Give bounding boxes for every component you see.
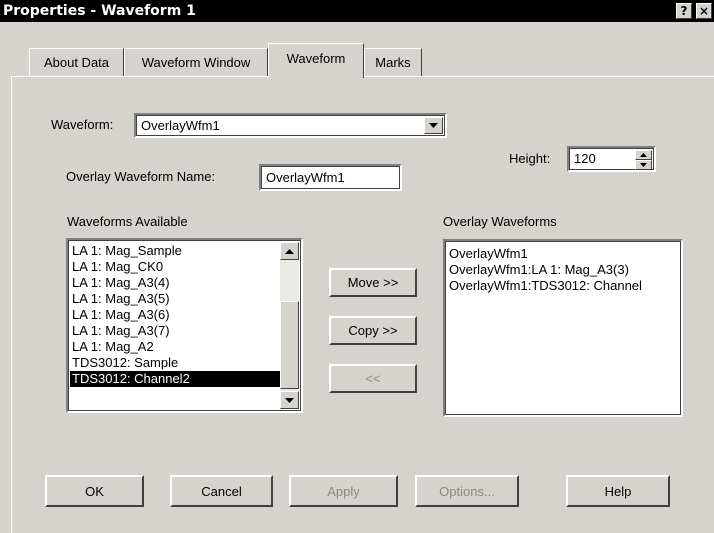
vertical-scrollbar[interactable] (280, 242, 299, 409)
list-item[interactable]: OverlayWfm1:TDS3012: Channel (449, 278, 642, 294)
list-item[interactable]: LA 1: Mag_A2 (72, 339, 154, 355)
list-item[interactable]: OverlayWfm1 (449, 246, 528, 262)
help-icon[interactable]: ? (676, 3, 692, 19)
chevron-down-icon[interactable] (424, 117, 443, 134)
close-icon[interactable]: × (696, 3, 712, 19)
tab-marks[interactable]: Marks (364, 48, 422, 76)
overlay-waveforms-list[interactable]: OverlayWfm1 OverlayWfm1:LA 1: Mag_A3(3) … (443, 239, 683, 417)
spin-up-icon[interactable] (635, 150, 652, 160)
waveform-combo[interactable]: OverlayWfm1 (134, 113, 447, 138)
cancel-button[interactable]: Cancel (170, 475, 273, 507)
help-button[interactable]: Help (566, 475, 670, 507)
tab-waveform[interactable]: Waveform (268, 43, 364, 78)
remove-button[interactable]: << (329, 364, 417, 393)
waveform-combo-value: OverlayWfm1 (141, 118, 220, 133)
tab-about-data[interactable]: About Data (29, 48, 124, 76)
overlay-waveforms-label: Overlay Waveforms (443, 214, 557, 229)
tab-waveform-window[interactable]: Waveform Window (124, 48, 268, 76)
list-item[interactable]: OverlayWfm1:LA 1: Mag_A3(3) (449, 262, 629, 278)
waveforms-available-label: Waveforms Available (67, 214, 188, 229)
overlay-name-label: Overlay Waveform Name: (66, 169, 216, 184)
list-item[interactable]: LA 1: Mag_CK0 (72, 259, 163, 275)
list-item[interactable]: LA 1: Mag_A3(6) (72, 307, 170, 323)
apply-button[interactable]: Apply (289, 475, 398, 507)
height-value: 120 (574, 151, 596, 166)
height-label: Height: (509, 151, 551, 166)
spin-down-icon[interactable] (635, 160, 652, 170)
list-item[interactable]: TDS3012: Sample (72, 355, 178, 371)
options-button[interactable]: Options... (415, 475, 519, 507)
waveform-label: Waveform: (51, 117, 114, 132)
title-bar: Properties - Waveform 1 ? × (0, 0, 714, 22)
list-item[interactable]: LA 1: Mag_Sample (72, 243, 182, 259)
scroll-up-icon[interactable] (280, 242, 299, 260)
ok-button[interactable]: OK (45, 475, 144, 507)
waveforms-available-list[interactable]: LA 1: Mag_Sample LA 1: Mag_CK0 LA 1: Mag… (66, 238, 303, 413)
list-item[interactable]: LA 1: Mag_A3(4) (72, 275, 170, 291)
list-item-selected[interactable]: TDS3012: Channel2 (70, 371, 280, 387)
scroll-down-icon[interactable] (280, 391, 299, 409)
overlay-name-field[interactable]: OverlayWfm1 (259, 164, 402, 191)
move-button[interactable]: Move >> (329, 268, 417, 297)
window-title: Properties - Waveform 1 (3, 3, 196, 19)
list-item[interactable]: LA 1: Mag_A3(7) (72, 323, 170, 339)
overlay-name-value: OverlayWfm1 (266, 170, 345, 185)
copy-button[interactable]: Copy >> (329, 316, 417, 345)
list-item[interactable]: LA 1: Mag_A3(5) (72, 291, 170, 307)
height-spinner[interactable]: 120 (567, 146, 656, 172)
scrollbar-thumb[interactable] (280, 301, 299, 389)
